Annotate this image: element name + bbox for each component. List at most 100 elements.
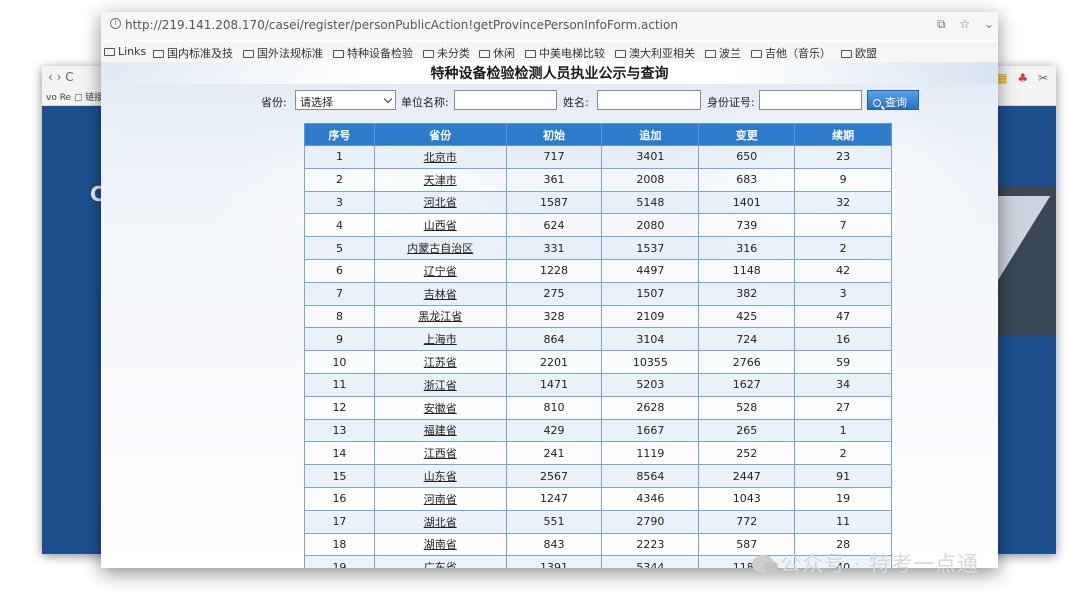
column-header[interactable]: 变更 xyxy=(698,123,796,146)
chevron-down-icon[interactable]: ⌄ xyxy=(984,17,994,31)
table-cell: 864 xyxy=(505,327,603,352)
query-button-label: 查询 xyxy=(885,96,907,109)
column-header[interactable]: 续期 xyxy=(794,123,892,146)
folder-icon xyxy=(841,50,852,58)
table-row: 16 河南省 1247 4346 1043 19 xyxy=(304,486,892,511)
table-cell: 14 xyxy=(304,441,375,466)
table-cell: 12 xyxy=(304,395,375,420)
bookmark-item[interactable]: 国外法规标准 xyxy=(243,45,323,61)
background-nav-buttons[interactable]: ‹ › C xyxy=(48,70,74,84)
province-link[interactable]: 上海市 xyxy=(373,327,507,352)
table-cell: 429 xyxy=(505,418,603,443)
table-row: 4 山西省 624 2080 739 7 xyxy=(304,213,892,238)
province-link[interactable]: 湖南省 xyxy=(373,532,507,557)
reader-view-icon[interactable]: ⧉ xyxy=(937,17,946,31)
extension-cat-icon[interactable]: ♣ xyxy=(1017,71,1028,85)
folder-icon xyxy=(615,50,626,58)
unit-name-input[interactable] xyxy=(454,90,557,110)
bookmark-item[interactable]: 波兰 xyxy=(705,45,741,61)
table-cell: 8 xyxy=(304,304,375,329)
table-cell: 5203 xyxy=(601,372,700,397)
bookmark-item[interactable]: 国内标准及技 xyxy=(153,45,233,61)
table-cell: 11 xyxy=(304,372,375,397)
table-cell: 2201 xyxy=(505,350,603,374)
person-name-input[interactable] xyxy=(597,90,701,110)
province-link[interactable]: 河南省 xyxy=(373,486,507,511)
id-number-input[interactable] xyxy=(759,90,862,110)
table-row: 3 河北省 1587 5148 1401 32 xyxy=(304,190,892,215)
background-extension-icons[interactable]: ▦ ♣ ✂ xyxy=(990,71,1048,85)
province-link[interactable]: 内蒙古自治区 xyxy=(373,236,507,260)
province-link[interactable]: 辽宁省 xyxy=(373,258,507,283)
bookmark-item[interactable]: 中美电梯比较 xyxy=(525,45,605,61)
table-cell: 3 xyxy=(794,281,892,306)
bookmark-item[interactable]: 澳大利亚相关 xyxy=(615,45,695,61)
table-row: 1 北京市 717 3401 650 23 xyxy=(304,145,892,169)
table-row: 17 湖北省 551 2790 772 11 xyxy=(304,509,892,534)
province-link[interactable]: 黑龙江省 xyxy=(373,304,507,329)
page-title: 特种设备检验检测人员执业公示与查询 xyxy=(430,66,669,82)
screenshot-stage: ‹ › C vo Re ▢ 链接 ▦ ♣ ✂ C i http://219.14… xyxy=(0,0,1080,608)
address-bar[interactable]: i http://219.141.208.170/casei/register/… xyxy=(101,12,998,40)
table-cell: 1537 xyxy=(601,236,700,260)
table-row: 2 天津市 361 2008 683 9 xyxy=(304,167,892,192)
province-link[interactable]: 河北省 xyxy=(373,190,507,215)
table-cell: 1667 xyxy=(601,418,700,443)
table-row: 8 黑龙江省 328 2109 425 47 xyxy=(304,304,892,329)
extension-scissors-icon[interactable]: ✂ xyxy=(1038,71,1048,85)
province-link[interactable]: 安徽省 xyxy=(373,395,507,420)
province-link[interactable]: 浙江省 xyxy=(373,372,507,397)
province-link[interactable]: 北京市 xyxy=(373,145,507,169)
table-body: 1 北京市 717 3401 650 23 2 天津市 361 2008 683 9 3 河北省 1587 5… xyxy=(304,145,892,568)
table-cell: 265 xyxy=(698,418,796,443)
province-link[interactable]: 江苏省 xyxy=(373,350,507,374)
bookmark-item[interactable]: 休闲 xyxy=(479,45,515,61)
province-link[interactable]: 广东省 xyxy=(373,555,507,568)
folder-icon xyxy=(423,50,434,58)
province-select[interactable]: 请选择 xyxy=(295,90,396,110)
province-link[interactable]: 吉林省 xyxy=(373,281,507,306)
table-cell: 5 xyxy=(304,236,375,260)
table-cell: 19 xyxy=(304,555,375,568)
column-header[interactable]: 省份 xyxy=(373,123,507,146)
table-cell: 4497 xyxy=(601,258,700,283)
province-link[interactable]: 福建省 xyxy=(373,418,507,443)
column-header[interactable]: 初始 xyxy=(505,123,603,146)
table-cell: 47 xyxy=(794,304,892,329)
site-info-icon[interactable]: i xyxy=(110,18,121,29)
table-cell: 2 xyxy=(794,236,892,260)
table-cell: 1 xyxy=(794,418,892,443)
table-cell: 3401 xyxy=(601,145,700,169)
bookmarks-bar: Links 国内标准及技 国外法规标准 特种设备检验 未分类 休闲 中美电梯比较… xyxy=(101,42,998,62)
address-bar-actions: ⧉ ☆ ⌄ xyxy=(927,17,994,32)
table-row: 13 福建省 429 1667 265 1 xyxy=(304,418,892,443)
column-header[interactable]: 追加 xyxy=(601,123,700,146)
table-cell: 528 xyxy=(698,395,796,420)
table-cell: 2080 xyxy=(601,213,700,238)
bookmark-item[interactable]: 未分类 xyxy=(423,45,470,61)
folder-icon xyxy=(525,50,536,58)
table-cell: 331 xyxy=(505,236,603,260)
table-cell: 275 xyxy=(505,281,603,306)
province-link[interactable]: 湖北省 xyxy=(373,509,507,534)
folder-icon xyxy=(104,48,115,56)
table-cell: 1119 xyxy=(601,441,700,466)
province-link[interactable]: 山东省 xyxy=(373,464,507,488)
table-cell: 1043 xyxy=(698,486,796,511)
province-link[interactable]: 天津市 xyxy=(373,167,507,192)
bookmark-item[interactable]: 吉他（音乐） xyxy=(751,45,831,61)
table-cell: 32 xyxy=(794,190,892,215)
favorite-star-icon[interactable]: ☆ xyxy=(959,17,970,31)
table-cell: 91 xyxy=(794,464,892,488)
folder-icon xyxy=(333,50,344,58)
background-bookmark-bar[interactable]: vo Re ▢ 链接 xyxy=(46,90,103,103)
bookmark-item[interactable]: 欧盟 xyxy=(841,45,877,61)
query-button[interactable]: 查询 xyxy=(867,90,919,110)
bookmark-item[interactable]: Links xyxy=(104,45,146,58)
province-link[interactable]: 山西省 xyxy=(373,213,507,238)
bookmark-item[interactable]: 特种设备检验 xyxy=(333,45,413,61)
column-header[interactable]: 序号 xyxy=(304,123,375,146)
url-text[interactable]: http://219.141.208.170/casei/register/pe… xyxy=(125,18,678,32)
province-link[interactable]: 江西省 xyxy=(373,441,507,466)
table-row: 10 江苏省 2201 10355 2766 59 xyxy=(304,350,892,374)
